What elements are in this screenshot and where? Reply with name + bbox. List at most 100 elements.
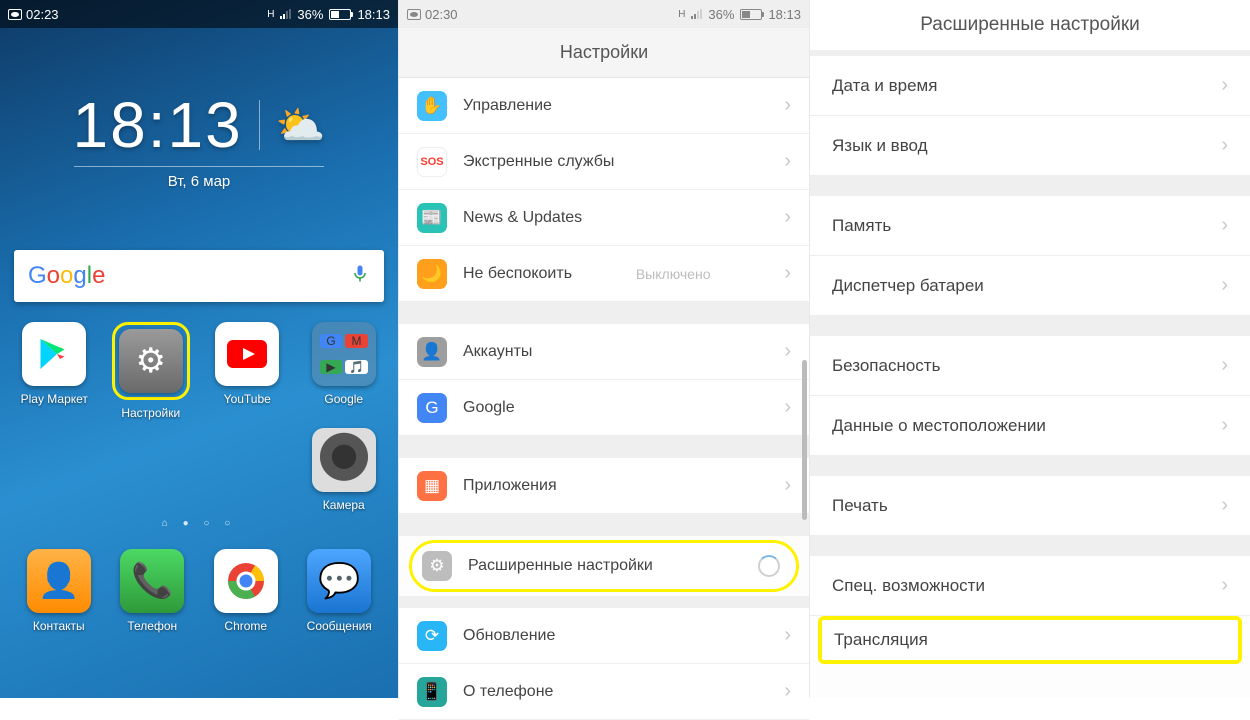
status-time: 18:13 — [768, 7, 801, 22]
dock-contacts[interactable]: 👤 Контакты — [12, 549, 106, 633]
row-label: Спец. возможности — [832, 576, 985, 596]
section-gap — [399, 596, 809, 608]
signal-icon — [280, 9, 291, 19]
row-label: Дата и время — [832, 76, 937, 96]
settings-row-emergency[interactable]: SOS Экстренные службы › — [399, 134, 809, 190]
app-settings[interactable]: ⚙ Настройки — [103, 322, 200, 420]
adv-row-security[interactable]: Безопасность › — [810, 336, 1250, 396]
adv-row-location[interactable]: Данные о местоположении › — [810, 396, 1250, 456]
spinner-icon — [758, 555, 780, 577]
dock-messages[interactable]: 💬 Сообщения — [293, 549, 387, 633]
chevron-right-icon: › — [1221, 354, 1228, 377]
weather-icon: ⛅ — [276, 102, 326, 149]
row-label: Печать — [832, 496, 888, 516]
app-label: Google — [324, 392, 363, 406]
adv-row-cast[interactable]: Трансляция — [818, 616, 1242, 664]
chevron-right-icon: › — [784, 150, 791, 173]
row-label: Экстренные службы — [463, 153, 614, 171]
app-play-market[interactable]: Play Маркет — [6, 322, 103, 420]
section-gap — [810, 176, 1250, 196]
adv-row-battery[interactable]: Диспетчер батареи › — [810, 256, 1250, 316]
settings-row-update[interactable]: ⟳ Обновление › — [399, 608, 809, 664]
row-label: Управление — [463, 97, 552, 115]
status-bar: 02:23 H 36% 18:13 — [0, 0, 398, 28]
battery-pct: 36% — [297, 7, 323, 22]
dock-chrome[interactable]: Chrome — [199, 549, 293, 633]
app-folder-google[interactable]: GM▶🎵 Google — [296, 322, 393, 420]
row-label: News & Updates — [463, 209, 582, 227]
section-gap — [399, 514, 809, 536]
signal-icon — [691, 9, 702, 19]
net-label: H — [678, 9, 685, 20]
row-label: Не беспокоить — [463, 265, 572, 283]
row-value: Выключено — [636, 266, 711, 282]
account-icon: 👤 — [417, 337, 447, 367]
battery-icon — [740, 9, 762, 20]
adv-row-memory[interactable]: Память › — [810, 196, 1250, 256]
row-label: Память — [832, 216, 891, 236]
chevron-right-icon: › — [1221, 134, 1228, 157]
home-screen: 02:23 H 36% 18:13 18:13 ⛅ Вт, 6 мар Goog… — [0, 0, 398, 698]
app-camera[interactable]: Камера — [296, 428, 393, 512]
play-store-icon — [22, 322, 86, 386]
settings-row-management[interactable]: ✋ Управление › — [399, 78, 809, 134]
dock: 👤 Контакты 📞 Телефон Chrome 💬 Сообщения — [6, 549, 392, 639]
row-label: Язык и ввод — [832, 136, 928, 156]
news-icon: 📰 — [417, 203, 447, 233]
scrollbar[interactable] — [802, 360, 807, 520]
chevron-right-icon: › — [1221, 274, 1228, 297]
settings-row-news[interactable]: 📰 News & Updates › — [399, 190, 809, 246]
status-bar: 02:30 H 36% 18:13 — [399, 0, 809, 28]
google-icon: G — [417, 393, 447, 423]
advanced-icon: ⚙ — [422, 551, 452, 581]
chevron-right-icon: › — [784, 94, 791, 117]
app-label: Телефон — [127, 619, 177, 633]
app-youtube[interactable]: YouTube — [199, 322, 296, 420]
phone-info-icon: 📱 — [417, 677, 447, 707]
settings-row-google[interactable]: G Google › — [399, 380, 809, 436]
app-label: Настройки — [121, 406, 180, 420]
adv-row-datetime[interactable]: Дата и время › — [810, 56, 1250, 116]
settings-row-advanced[interactable]: ⚙ Расширенные настройки — [409, 540, 799, 592]
chevron-right-icon: › — [784, 262, 791, 285]
chevron-right-icon: › — [784, 206, 791, 229]
settings-row-about[interactable]: 📱 О телефоне › — [399, 664, 809, 720]
row-label: Данные о местоположении — [832, 416, 1046, 436]
row-label: Обновление — [463, 627, 555, 645]
chevron-right-icon: › — [784, 396, 791, 419]
gear-icon: ⚙ — [119, 329, 183, 393]
mic-icon[interactable] — [350, 260, 370, 292]
divider — [259, 100, 260, 150]
youtube-icon — [215, 322, 279, 386]
section-gap — [810, 316, 1250, 336]
page-indicator: ⌂ ● ○ ○ — [0, 518, 398, 529]
section-gap — [399, 436, 809, 458]
record-timer: 02:30 — [425, 7, 458, 22]
battery-icon — [329, 9, 351, 20]
settings-row-apps[interactable]: ▦ Приложения › — [399, 458, 809, 514]
google-search-bar[interactable]: Google — [14, 250, 384, 302]
chevron-right-icon: › — [1221, 214, 1228, 237]
divider — [74, 166, 324, 167]
adv-row-print[interactable]: Печать › — [810, 476, 1250, 536]
clock-widget[interactable]: 18:13 ⛅ Вт, 6 мар — [0, 88, 398, 190]
chrome-icon — [214, 549, 278, 613]
adv-row-language[interactable]: Язык и ввод › — [810, 116, 1250, 176]
dnd-icon: 🌙 — [417, 259, 447, 289]
row-label: Расширенные настройки — [468, 557, 653, 575]
page-title: Настройки — [399, 28, 809, 78]
dock-phone[interactable]: 📞 Телефон — [106, 549, 200, 633]
chevron-right-icon: › — [1221, 574, 1228, 597]
chevron-right-icon: › — [784, 474, 791, 497]
row-label: Трансляция — [834, 630, 928, 650]
settings-row-accounts[interactable]: 👤 Аккаунты › — [399, 324, 809, 380]
camera-icon — [312, 428, 376, 492]
adv-row-accessibility[interactable]: Спец. возможности › — [810, 556, 1250, 616]
chevron-right-icon: › — [784, 624, 791, 647]
row-label: Безопасность — [832, 356, 940, 376]
chevron-right-icon: › — [784, 680, 791, 703]
clock-date: Вт, 6 мар — [0, 173, 398, 190]
app-label: Play Маркет — [21, 392, 88, 406]
app-label: Chrome — [224, 619, 267, 633]
settings-row-dnd[interactable]: 🌙 Не беспокоить Выключено › — [399, 246, 809, 302]
